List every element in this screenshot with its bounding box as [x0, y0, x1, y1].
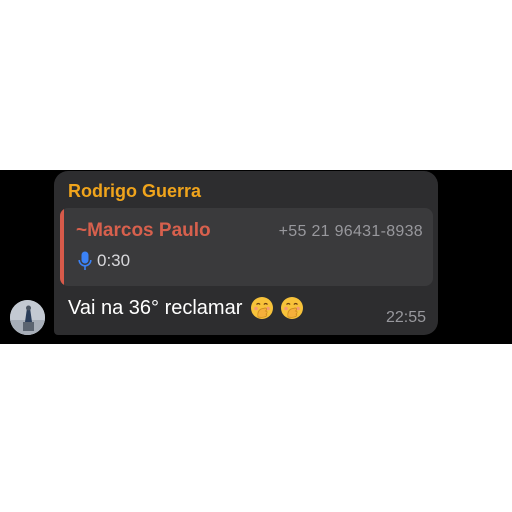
face-with-hand-over-mouth-icon — [281, 297, 304, 319]
face-with-hand-over-mouth-icon — [251, 297, 274, 319]
audio-duration: 0:30 — [97, 251, 131, 270]
sender-name[interactable]: Rodrigo Guerra — [68, 181, 201, 202]
avatar-image — [10, 300, 45, 335]
microphone-icon — [78, 251, 92, 270]
message-text: Vai na 36° reclamar — [68, 296, 243, 319]
quoted-audio: 0:30 — [78, 250, 130, 272]
message-bubble[interactable]: Rodrigo Guerra ~Marcos Paulo +55 21 9643… — [54, 171, 438, 335]
quoted-reply[interactable]: ~Marcos Paulo +55 21 96431-8938 0:30 — [60, 208, 433, 286]
message-body: Vai na 36° reclamar — [68, 296, 304, 320]
quoted-author-phone: +55 21 96431-8938 — [278, 223, 423, 240]
quote-accent-bar — [60, 208, 64, 286]
quoted-author-name: ~Marcos Paulo — [76, 220, 211, 241]
message-timestamp: 22:55 — [385, 309, 426, 326]
sender-avatar[interactable] — [10, 300, 45, 335]
